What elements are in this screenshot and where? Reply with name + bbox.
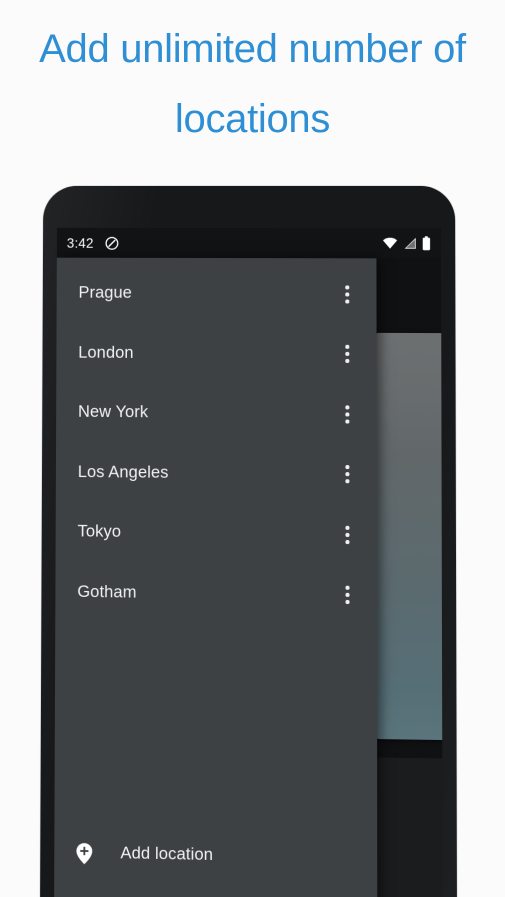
- do-not-disturb-icon: [105, 235, 120, 250]
- kebab-menu-icon[interactable]: [326, 513, 368, 556]
- kebab-menu-icon[interactable]: [326, 333, 368, 376]
- kebab-menu-icon[interactable]: [326, 273, 368, 315]
- location-name: Gotham: [77, 582, 137, 602]
- list-item[interactable]: Tokyo: [56, 502, 377, 565]
- status-bar-clock: 3:42: [66, 235, 94, 251]
- weather-card[interactable]: [374, 332, 443, 741]
- kebab-menu-icon[interactable]: [326, 393, 368, 436]
- page-title: Add unlimited number of locations: [39, 27, 466, 141]
- status-bar-indicators: [382, 236, 431, 251]
- phone-screen: 3:42 Prague London New York Los Angeles …: [53, 227, 443, 897]
- location-name: Los Angeles: [77, 462, 169, 482]
- phone-mockup: 3:42 Prague London New York Los Angeles …: [0, 180, 505, 897]
- location-name: Tokyo: [77, 522, 122, 542]
- map-pin-plus-icon: [75, 842, 101, 865]
- kebab-menu-icon[interactable]: [326, 453, 368, 496]
- drawer-actions: Add location Settings: [54, 822, 377, 897]
- list-item[interactable]: Prague: [57, 264, 377, 325]
- list-item[interactable]: Los Angeles: [56, 442, 377, 505]
- navigation-drawer: Prague London New York Los Angeles Tokyo…: [53, 257, 378, 897]
- kebab-menu-icon[interactable]: [326, 574, 369, 617]
- list-item[interactable]: New York: [56, 383, 377, 445]
- wifi-icon: [382, 237, 398, 249]
- location-name: New York: [77, 402, 149, 422]
- weather-card-secondary[interactable]: [375, 757, 443, 897]
- cell-signal-icon: [403, 237, 417, 249]
- location-name: London: [78, 343, 134, 362]
- add-location-button[interactable]: Add location: [54, 822, 377, 888]
- location-list: Prague London New York Los Angeles Tokyo…: [55, 258, 377, 626]
- status-bar: 3:42: [56, 227, 442, 259]
- add-location-label: Add location: [120, 844, 214, 865]
- battery-full-icon: [422, 236, 431, 251]
- list-item[interactable]: Gotham: [55, 562, 377, 626]
- drawer-spacer: [54, 622, 377, 828]
- phone-body: 3:42 Prague London New York Los Angeles …: [39, 186, 458, 897]
- list-item[interactable]: London: [56, 323, 376, 384]
- location-name: Prague: [78, 283, 132, 303]
